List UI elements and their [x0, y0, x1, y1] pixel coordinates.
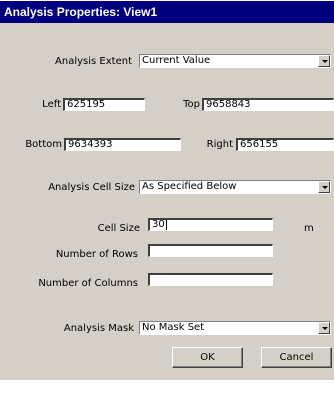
left-field[interactable]: 625195 [63, 98, 145, 111]
analysis-extent-value: Current Value [142, 55, 211, 66]
analysis-cell-size-dropdown-button[interactable] [318, 181, 330, 193]
cancel-button[interactable]: Cancel [261, 347, 332, 368]
analysis-cell-size-value: As Specified Below [142, 181, 237, 192]
number-of-columns-label: Number of Columns [38, 278, 138, 289]
analysis-mask-value: No Mask Set [142, 322, 205, 333]
cell-size-label: Cell Size [97, 223, 140, 234]
analysis-mask-select[interactable]: No Mask Set [139, 321, 331, 335]
chevron-down-icon [322, 60, 328, 63]
chevron-down-icon [322, 186, 328, 189]
bottom-label: Bottom [25, 139, 62, 150]
number-of-rows-field[interactable] [148, 244, 273, 257]
analysis-extent-label: Analysis Extent [55, 56, 132, 67]
right-label: Right [206, 139, 233, 150]
top-field[interactable]: 9658843 [202, 98, 334, 111]
bottom-field[interactable]: 9634393 [64, 138, 181, 151]
top-label: Top [183, 99, 200, 110]
cell-size-value: 30 [152, 219, 165, 230]
analysis-extent-dropdown-button[interactable] [318, 55, 330, 67]
cell-size-field[interactable]: 30 [148, 218, 273, 231]
analysis-mask-label: Analysis Mask [63, 323, 134, 334]
right-field[interactable]: 656155 [236, 138, 334, 151]
analysis-mask-dropdown-button[interactable] [318, 322, 330, 334]
analysis-cell-size-label: Analysis Cell Size [48, 182, 135, 193]
number-of-rows-label: Number of Rows [55, 249, 138, 260]
cell-size-unit: m [304, 223, 314, 234]
left-label: Left [42, 99, 61, 110]
number-of-columns-field[interactable] [148, 273, 273, 286]
analysis-extent-select[interactable]: Current Value [139, 54, 331, 68]
ok-button[interactable]: OK [172, 347, 243, 368]
analysis-cell-size-select[interactable]: As Specified Below [139, 180, 331, 194]
analysis-properties-dialog: Analysis Properties: View1 Analysis Exte… [0, 0, 334, 380]
chevron-down-icon [322, 327, 328, 330]
text-caret [165, 220, 167, 230]
window-title: Analysis Properties: View1 [0, 0, 334, 23]
